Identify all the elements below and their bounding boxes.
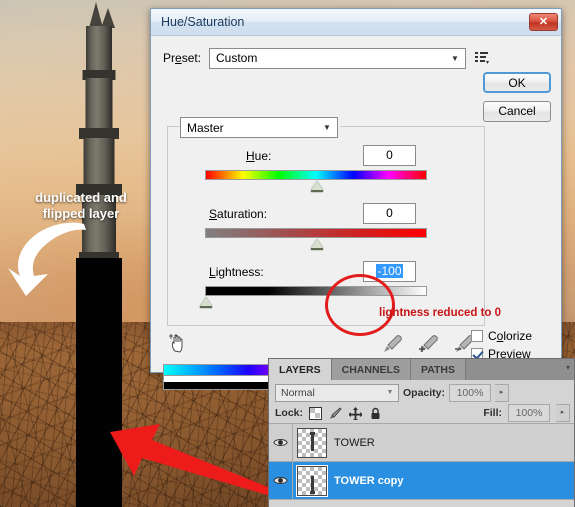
lock-row: Lock: Fill: 100% ▸ [269, 403, 574, 424]
cancel-button[interactable]: Cancel [483, 101, 551, 122]
eye-icon [273, 477, 288, 484]
eyedropper-add-icon[interactable] [417, 334, 439, 354]
red-arrow-annotation-icon [110, 424, 290, 500]
saturation-input[interactable]: 0 [363, 203, 416, 224]
saturation-label: Saturation: [209, 207, 268, 221]
annotation-line-2: flipped layer [42, 206, 120, 221]
table-row[interactable]: TOWER [269, 424, 574, 462]
chevron-down-icon: ▼ [386, 389, 394, 396]
opacity-label: Opacity: [403, 386, 446, 399]
layer-thumbnail[interactable] [296, 464, 328, 497]
lock-transparency-icon[interactable] [309, 406, 323, 420]
annotation-lightness-note: lightness reduced to 0 [379, 307, 502, 319]
panel-footer [269, 500, 574, 507]
preset-options-icon[interactable] [474, 50, 490, 66]
dialog-titlebar[interactable]: Hue/Saturation ✕ [151, 9, 561, 36]
lightness-value: -100 [376, 264, 403, 278]
preset-value: Custom [216, 51, 258, 65]
colorize-checkbox-row[interactable]: Colorize [471, 329, 532, 343]
colorize-checkbox[interactable] [471, 330, 483, 342]
layer-visibility-toggle[interactable] [269, 424, 293, 461]
chevron-down-icon: ▼ [451, 53, 459, 63]
hue-label: Hue: [246, 149, 272, 163]
layers-panel: LAYERS CHANNELS PATHS Normal ▼ Opacity: … [268, 358, 575, 507]
lightness-slider[interactable] [200, 286, 427, 308]
tab-layers[interactable]: LAYERS [269, 359, 332, 380]
hue-slider-handle[interactable] [311, 181, 323, 192]
photoshop-screenshot: duplicated and flipped layer Hue/Saturat… [0, 0, 575, 507]
layer-name: TOWER [334, 436, 375, 449]
lightness-label: Lightness: [209, 265, 264, 279]
hue-label-row: Hue: [246, 149, 271, 163]
layer-visibility-toggle[interactable] [269, 462, 293, 499]
layer-name: TOWER copy [334, 474, 404, 487]
on-image-adjust-hand-icon[interactable] [169, 333, 189, 353]
lightness-slider-handle[interactable] [200, 297, 212, 308]
dialog-title: Hue/Saturation [161, 15, 245, 29]
tab-paths[interactable]: PATHS [410, 359, 467, 380]
annotation-duplicated-flipped: duplicated and flipped layer [6, 190, 156, 222]
saturation-slider[interactable] [205, 228, 427, 250]
close-icon[interactable]: ✕ [529, 13, 558, 31]
dialog-body: Preset: Custom ▼ OK Cancel Master ▼ Hue:… [151, 36, 561, 390]
fill-stepper-icon[interactable]: ▸ [556, 404, 570, 422]
channel-dropdown[interactable]: Master ▼ [180, 117, 338, 138]
lock-label: Lock: [275, 407, 304, 419]
hue-slider[interactable] [205, 170, 427, 192]
opacity-input[interactable]: 100% [449, 383, 492, 402]
hue-saturation-dialog: Hue/Saturation ✕ Preset: Custom ▼ OK Can [150, 8, 562, 390]
eyedropper-group [381, 334, 485, 356]
panel-menu-icon[interactable] [466, 359, 574, 380]
lightness-label-row: Lightness: [209, 265, 264, 279]
layer-thumbnail[interactable] [297, 427, 327, 458]
fill-label: Fill: [483, 407, 502, 419]
hue-input[interactable]: 0 [363, 145, 416, 166]
blend-mode-row: Normal ▼ Opacity: 100% ▸ [269, 380, 574, 403]
chevron-down-icon: ▼ [323, 123, 331, 132]
preset-dropdown[interactable]: Custom ▼ [209, 47, 466, 69]
white-curved-arrow-icon [8, 222, 86, 296]
ok-button[interactable]: OK [483, 72, 551, 93]
eyedropper-icon[interactable] [381, 334, 403, 354]
saturation-label-row: Saturation: [209, 207, 267, 221]
opacity-stepper-icon[interactable]: ▸ [495, 383, 510, 402]
colorize-label: Colorize [488, 329, 533, 343]
lock-pixels-brush-icon[interactable] [329, 406, 342, 420]
red-highlight-circle [325, 274, 395, 336]
lock-all-padlock-icon[interactable] [369, 407, 382, 420]
saturation-slider-handle[interactable] [311, 239, 323, 250]
channel-value: Master [187, 120, 224, 135]
blend-mode-dropdown[interactable]: Normal ▼ [275, 383, 399, 402]
tab-channels[interactable]: CHANNELS [331, 359, 411, 380]
lock-position-move-icon[interactable] [349, 406, 363, 420]
preset-row: Preset: Custom ▼ [163, 47, 551, 69]
lock-icon-group [309, 406, 382, 420]
annotation-line-1: duplicated and [35, 190, 127, 205]
table-row[interactable]: TOWER copy [269, 462, 574, 500]
panel-tab-bar: LAYERS CHANNELS PATHS [269, 359, 574, 380]
fill-input[interactable]: 100% [508, 404, 550, 422]
eye-icon [273, 439, 288, 446]
preset-label: Preset: [163, 51, 202, 65]
blend-mode-value: Normal [281, 386, 315, 399]
